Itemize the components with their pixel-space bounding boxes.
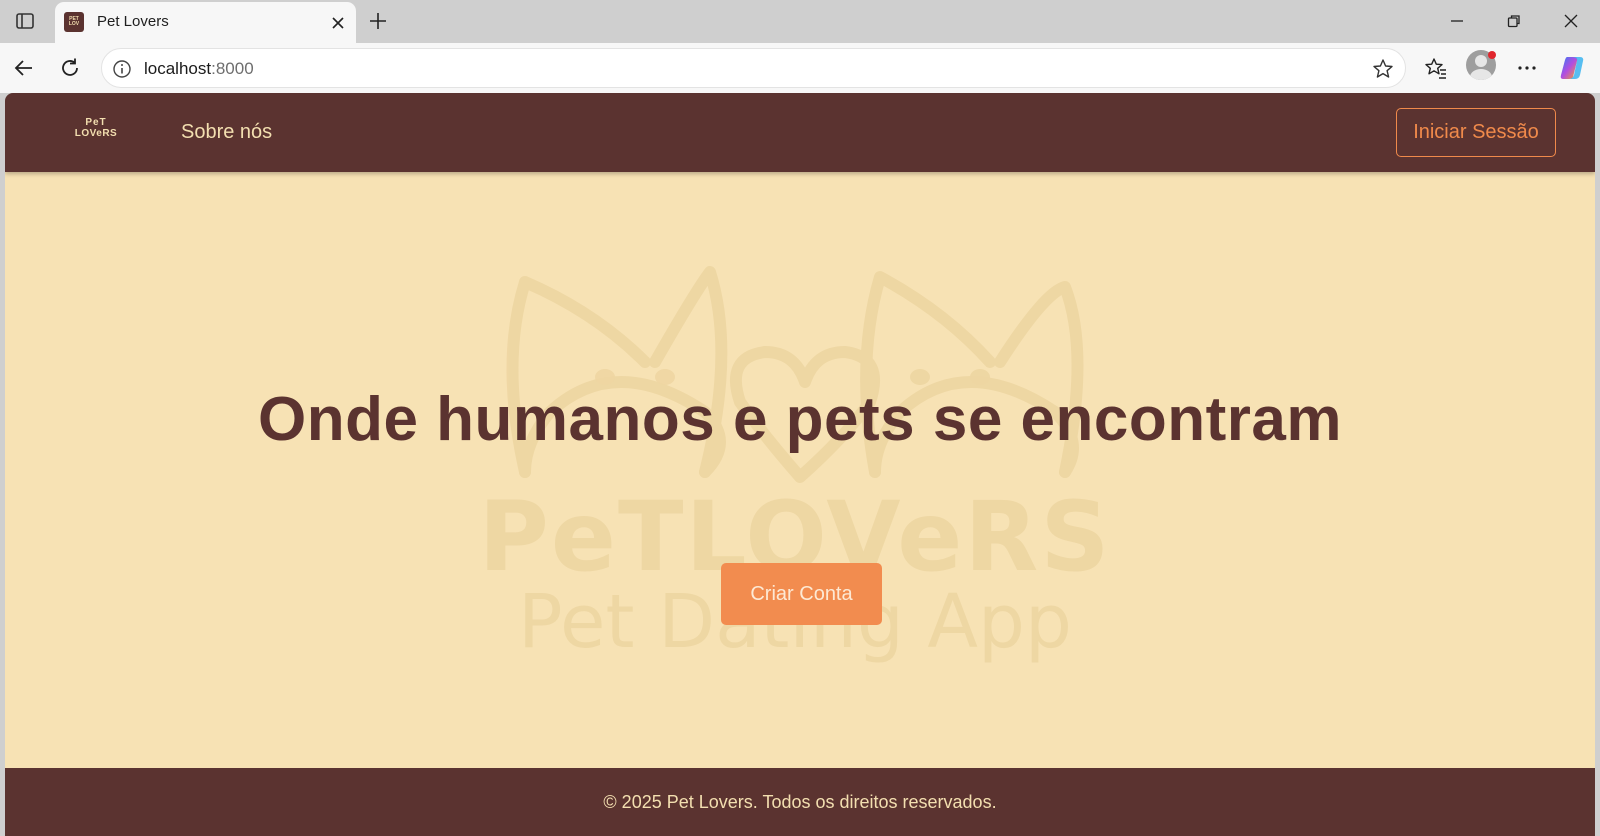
- minimize-icon: [1451, 20, 1463, 22]
- restore-icon: [1507, 15, 1520, 28]
- site-logo[interactable]: PeT LOVeRS: [65, 117, 127, 147]
- tab-title: Pet Lovers: [97, 13, 169, 30]
- site-footer: © 2025 Pet Lovers. Todos os direitos res…: [5, 768, 1595, 836]
- info-icon: [113, 60, 131, 78]
- url-text: localhost:8000: [144, 59, 254, 79]
- tab-close-button[interactable]: [326, 11, 350, 35]
- new-tab-button[interactable]: [364, 7, 392, 35]
- nav-link-about[interactable]: Sobre nós: [181, 121, 272, 144]
- copilot-icon: [1560, 57, 1584, 79]
- back-arrow-icon: [14, 60, 32, 76]
- url-port: :8000: [211, 59, 254, 78]
- address-bar[interactable]: localhost:8000: [101, 48, 1406, 88]
- web-page: PeT LOVeRS Sobre nós Iniciar Sessão PeTL…: [5, 93, 1595, 836]
- restore-button[interactable]: [1491, 5, 1537, 37]
- close-icon: [1564, 14, 1578, 28]
- star-icon: [1373, 59, 1393, 78]
- tab-actions-button[interactable]: [10, 8, 40, 34]
- site-navbar: PeT LOVeRS Sobre nós Iniciar Sessão: [5, 93, 1595, 172]
- close-window-button[interactable]: [1548, 5, 1594, 37]
- favorites-button[interactable]: [1420, 52, 1452, 84]
- logo-line-1: PeT: [85, 117, 107, 128]
- profile-icon: [1475, 55, 1487, 67]
- minimize-button[interactable]: [1434, 5, 1480, 37]
- footer-copyright: © 2025 Pet Lovers. Todos os direitos res…: [603, 791, 997, 812]
- reload-button[interactable]: [54, 52, 86, 84]
- more-icon: [1518, 66, 1536, 70]
- url-host: localhost: [144, 59, 212, 78]
- site-info-button[interactable]: [111, 58, 133, 80]
- more-button[interactable]: [1511, 52, 1543, 84]
- tab-strip: PET LOV Pet Lovers: [0, 0, 1600, 43]
- create-account-button[interactable]: Criar Conta: [721, 563, 882, 625]
- login-button[interactable]: Iniciar Sessão: [1396, 108, 1556, 157]
- favorite-button[interactable]: [1371, 57, 1395, 81]
- copilot-button[interactable]: [1556, 52, 1588, 84]
- browser-toolbar: localhost:8000: [0, 43, 1600, 93]
- hero-title: Onde humanos e pets se encontram: [257, 385, 1343, 454]
- hero-watermark: PeTLOVeRS Pet Dating App: [479, 266, 1109, 665]
- reload-icon: [62, 58, 78, 76]
- sidebar-toggle-icon: [16, 13, 34, 29]
- close-icon: [332, 17, 344, 29]
- tab-favicon: PET LOV: [64, 12, 84, 32]
- tab-pet-lovers[interactable]: PET LOV Pet Lovers: [55, 2, 356, 43]
- plus-icon: [370, 13, 386, 29]
- back-button[interactable]: [8, 52, 40, 84]
- hero-section: PeTLOVeRS Pet Dating App Onde humanos e …: [5, 172, 1595, 768]
- favorites-icon: [1425, 58, 1446, 79]
- notification-dot: [1488, 51, 1496, 59]
- logo-line-2: LOVeRS: [74, 128, 118, 139]
